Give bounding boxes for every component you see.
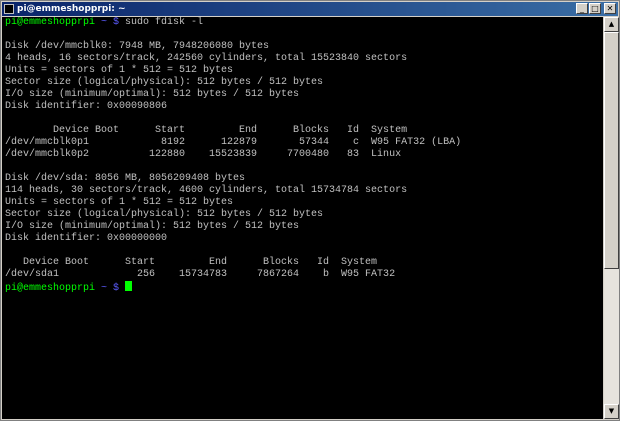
minimize-button[interactable]: _ xyxy=(576,3,588,14)
prompt-line: pi@emmeshopprpi ~ $ xyxy=(5,281,133,294)
putty-icon[interactable] xyxy=(4,4,14,14)
output-line: /dev/sda1 256 15734783 7867264 b W95 FAT… xyxy=(5,269,396,280)
output-line: Sector size (logical/physical): 512 byte… xyxy=(5,77,324,88)
window-controls: _ □ ✕ xyxy=(576,3,616,14)
output-line: Device Boot Start End Blocks Id System xyxy=(5,125,408,136)
output-line: Disk identifier: 0x00000000 xyxy=(5,233,168,244)
output-line: I/O size (minimum/optimal): 512 bytes / … xyxy=(5,89,300,100)
output-line: /dev/mmcblk0p2 122880 15523839 7700480 8… xyxy=(5,149,402,160)
output-line: Sector size (logical/physical): 512 byte… xyxy=(5,209,324,220)
output-line: Units = sectors of 1 * 512 = 512 bytes xyxy=(5,197,234,208)
prompt-user-host: pi@emmeshopprpi xyxy=(5,283,96,294)
output-line: Units = sectors of 1 * 512 = 512 bytes xyxy=(5,65,234,76)
output-line: I/O size (minimum/optimal): 512 bytes / … xyxy=(5,221,300,232)
title-bar[interactable]: pi@emmeshopprpi: ~ _ □ ✕ xyxy=(2,2,618,16)
prompt-path: ~ $ xyxy=(95,283,126,294)
vertical-scrollbar[interactable]: ▲ ▼ xyxy=(604,17,619,419)
terminal-screen[interactable]: pi@emmeshopprpi ~ $ sudo fdisk -l Disk /… xyxy=(2,17,603,419)
output-line: Disk /dev/mmcblk0: 7948 MB, 7948206080 b… xyxy=(5,41,270,52)
output-line: /dev/mmcblk0p1 8192 122879 57344 c W95 F… xyxy=(5,137,462,148)
output-line: Disk /dev/sda: 8056 MB, 8056209408 bytes xyxy=(5,173,246,184)
text-cursor xyxy=(125,281,133,291)
prompt-line: pi@emmeshopprpi ~ $ sudo fdisk -l xyxy=(5,17,203,29)
window-title: pi@emmeshopprpi: ~ xyxy=(17,4,126,14)
output-line: Device Boot Start End Blocks Id System xyxy=(5,257,378,268)
scroll-down-button[interactable]: ▼ xyxy=(604,404,619,419)
prompt-user-host: pi@emmeshopprpi xyxy=(5,17,96,28)
scrollbar-thumb[interactable] xyxy=(604,32,619,269)
output-line: 114 heads, 30 sectors/track, 4600 cylind… xyxy=(5,185,408,196)
command-text: sudo fdisk -l xyxy=(125,17,204,28)
terminal-window: pi@emmeshopprpi: ~ _ □ ✕ pi@emmeshopprpi… xyxy=(0,0,620,421)
output-line: 4 heads, 16 sectors/track, 242560 cylind… xyxy=(5,53,408,64)
close-button[interactable]: ✕ xyxy=(604,3,616,14)
maximize-button[interactable]: □ xyxy=(589,3,601,14)
output-line: Disk identifier: 0x00090806 xyxy=(5,101,168,112)
scroll-up-button[interactable]: ▲ xyxy=(604,17,619,32)
prompt-path: ~ $ xyxy=(95,17,126,28)
